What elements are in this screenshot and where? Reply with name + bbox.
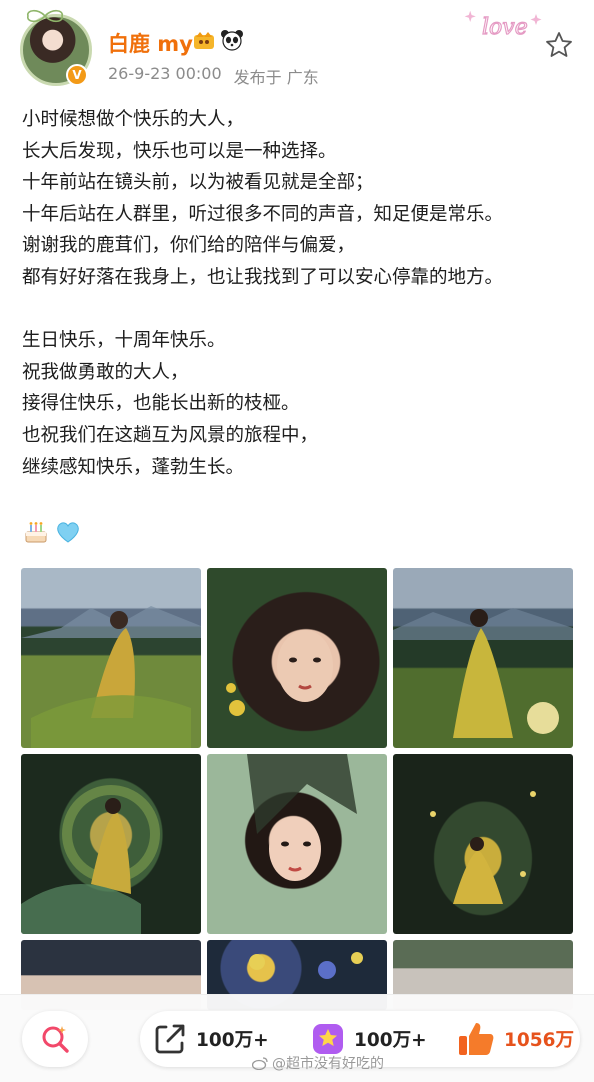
post-text-line: 都有好好落在我身上，也让我找到了可以安心停靠的地方。 <box>22 266 504 288</box>
emoji-row <box>22 518 82 546</box>
post-text-line: 接得住快乐，也能长出新的枝桠。 <box>22 393 300 415</box>
photo-thumbnail[interactable] <box>207 568 387 748</box>
share-icon <box>155 1024 185 1054</box>
light-blue-heart-icon <box>57 522 79 543</box>
post-meta: 26-9-23 00:00 发布于 广东 <box>108 64 319 88</box>
photo-figure <box>21 606 201 748</box>
like-button[interactable]: 1056万 <box>456 1011 574 1067</box>
weibo-logo-icon <box>252 1057 268 1070</box>
post-text: 小时候想做个快乐的大人， 长大后发现，快乐也可以是一种选择。 十年前站在镜头前，… <box>22 104 582 483</box>
post-text-line: 长大后发现，快乐也可以是一种选择。 <box>22 140 337 162</box>
search-icon <box>42 1026 69 1053</box>
post-text-line: 继续感知快乐，蓬勃生长。 <box>22 456 245 478</box>
user-name[interactable]: 白鹿 my <box>108 28 193 58</box>
post-text-line: 谢谢我的鹿茸们，你们给的陪伴与偏爱， <box>22 235 356 257</box>
photo-figure <box>247 754 357 881</box>
post-text-line: 十年前站在镜头前，以为被看见就是全部； <box>22 172 374 194</box>
user-badges <box>192 28 244 52</box>
photo-thumbnail[interactable] <box>21 568 201 748</box>
cake-icon <box>25 522 47 543</box>
crown-badge-icon <box>194 32 214 49</box>
photo-figure <box>430 791 536 904</box>
verified-badge-icon: V <box>66 64 88 86</box>
post-text-line: 生日快乐，十周年快乐。 <box>22 330 226 352</box>
favorite-star-icon[interactable] <box>544 30 574 60</box>
post-text-line: 祝我做勇敢的大人， <box>22 361 189 383</box>
photo-figure <box>393 608 573 738</box>
search-button[interactable] <box>22 1011 88 1067</box>
photo-thumbnail[interactable] <box>393 754 573 934</box>
photo-thumbnail[interactable] <box>393 568 573 748</box>
share-count: 100万+ <box>196 1030 269 1051</box>
watermark-text: @超市没有好吃的 <box>272 1056 384 1072</box>
post-header: V 白鹿 my 26-9-23 00:00 发布于 广东 love <box>0 0 594 100</box>
love-text: love <box>482 15 528 40</box>
thumbs-up-icon <box>459 1023 494 1055</box>
comment-count: 100万+ <box>354 1030 427 1051</box>
post-date: 26-9-23 00:00 <box>108 64 222 83</box>
comment-icon <box>313 1024 343 1054</box>
photo-thumbnail[interactable] <box>21 754 201 934</box>
photo-figure <box>21 785 160 934</box>
post-text-line: 也祝我们在这趟互为风景的旅程中， <box>22 424 319 446</box>
post-text-line: 小时候想做个快乐的大人， <box>22 109 245 130</box>
post-location: 发布于 广东 <box>233 68 319 87</box>
love-sticker-icon: love <box>464 10 542 41</box>
bow-decoration-icon <box>27 9 63 23</box>
watermark: @超市没有好吃的 <box>252 1053 384 1073</box>
photo-figure <box>226 630 333 716</box>
panda-badge-icon <box>221 30 243 51</box>
bottom-action-bar: 100万+ 100万+ 1056万 @超市没有好吃的 <box>0 994 594 1082</box>
like-count: 1056万 <box>504 1030 574 1051</box>
post-text-line: 十年后站在人群里，听过很多不同的声音，知足便是常乐。 <box>22 203 504 225</box>
photo-thumbnail[interactable] <box>207 754 387 934</box>
